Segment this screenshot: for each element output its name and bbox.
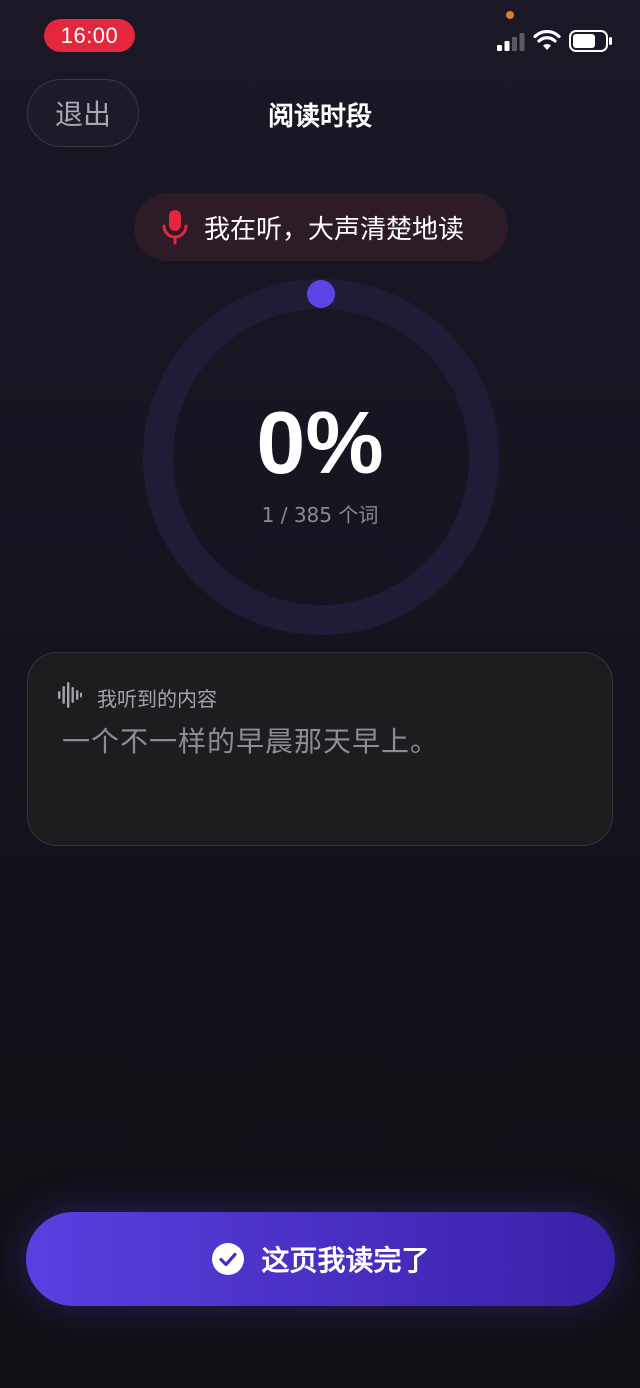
battery-icon (569, 30, 612, 52)
transcript-label: 我听到的内容 (97, 687, 217, 711)
progress-percent: 0% (256, 393, 384, 492)
privacy-indicator-dot (506, 11, 514, 19)
progress-ring-knob (307, 280, 335, 308)
cellular-signal-icon (497, 33, 525, 51)
wifi-icon (533, 30, 561, 50)
microphone-icon (162, 210, 188, 245)
checkmark-icon (212, 1243, 245, 1275)
page-title: 阅读时段 (267, 102, 372, 132)
sound-wave-icon (58, 682, 82, 708)
word-count: 1 / 385 个词 (261, 503, 379, 527)
finished-page-label: 这页我读完了 (261, 1244, 430, 1277)
status-time: 16:00 (44, 19, 135, 52)
listening-indicator: 我在听，大声清楚地读 (134, 193, 508, 261)
transcript-text: 一个不一样的早晨那天早上。 (62, 725, 440, 758)
finished-page-button[interactable]: 这页我读完了 (26, 1212, 615, 1306)
listening-text: 我在听，大声清楚地读 (204, 214, 465, 245)
